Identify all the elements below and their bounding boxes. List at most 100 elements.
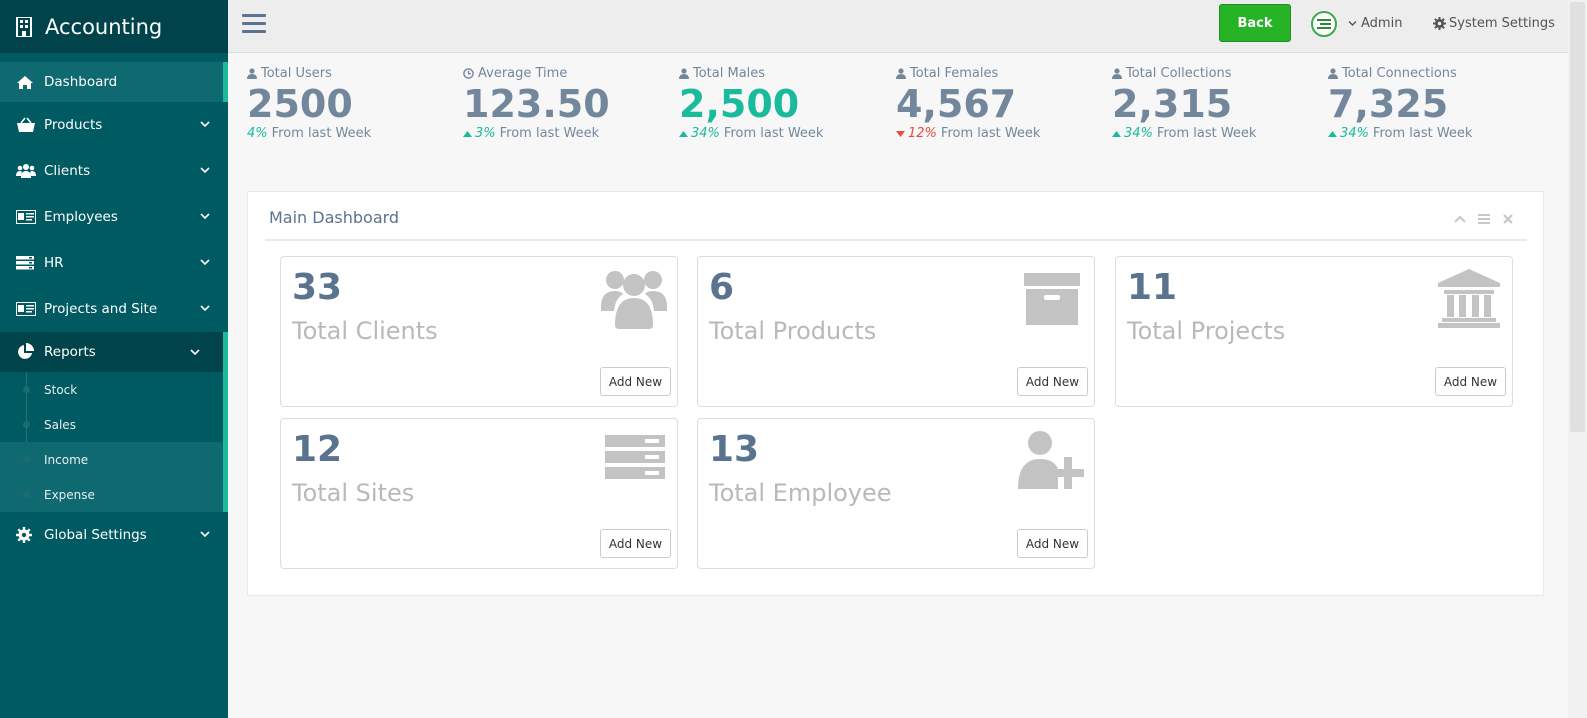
sidebar-item-projects-and-site[interactable]: Projects and Site: [0, 286, 228, 332]
add-new-button[interactable]: Add New: [1017, 367, 1088, 396]
archive-icon: [1024, 273, 1080, 325]
caret-down-icon: [896, 130, 905, 137]
menu-toggle-icon[interactable]: [242, 14, 266, 34]
scrollbar-thumb[interactable]: [1570, 2, 1585, 432]
stat-total-females: Total Females 4,567 12% From last Week: [896, 64, 1112, 141]
user-name: Admin: [1361, 16, 1403, 31]
sidebar-item-reports[interactable]: Reports: [0, 332, 228, 372]
sidebar-item-clients[interactable]: Clients: [0, 148, 228, 194]
users-icon: [601, 271, 667, 329]
sidebar-item-products[interactable]: Products: [0, 102, 228, 148]
tile-name: Total Products: [709, 317, 877, 345]
submenu-item-label: Stock: [44, 382, 78, 397]
collapse-icon[interactable]: [1453, 212, 1467, 226]
add-new-button[interactable]: Add New: [600, 529, 671, 558]
reports-submenu: Stock Sales Income Expense: [0, 372, 228, 512]
stat-suffix: From last Week: [723, 126, 824, 141]
chevron-down-icon: [200, 121, 210, 128]
sidebar-item-label: Reports: [44, 344, 96, 360]
stat-change: 34%: [1124, 126, 1153, 141]
stat-value: 2,500: [679, 82, 800, 126]
stat-suffix: From last Week: [499, 126, 600, 141]
sidebar-item-label: Dashboard: [44, 74, 118, 90]
scrollbar[interactable]: [1568, 0, 1587, 718]
user-icon: [896, 67, 906, 79]
stat-value: 2500: [247, 82, 353, 126]
submenu-item-stock[interactable]: Stock: [0, 372, 223, 407]
tile-count: 12: [292, 429, 343, 470]
sidebar-item-label: Clients: [44, 163, 91, 179]
stat-suffix: From last Week: [940, 126, 1041, 141]
menu-icon[interactable]: [1477, 212, 1491, 226]
add-new-button[interactable]: Add New: [600, 367, 671, 396]
back-button[interactable]: Back: [1219, 4, 1291, 42]
stat-value: 2,315: [1112, 82, 1233, 126]
stat-value: 123.50: [463, 82, 610, 126]
home-icon: [16, 74, 36, 90]
stat-total-connections: Total Connections 7,325 34% From last Wee…: [1328, 64, 1544, 141]
bank-icon: [1438, 269, 1500, 328]
submenu-item-label: Expense: [44, 487, 95, 502]
panel-title: Main Dashboard: [269, 208, 400, 227]
user-icon: [1112, 67, 1122, 79]
stat-change: 34%: [1340, 126, 1369, 141]
tile-total-employee: 13 Total Employee Add New: [697, 418, 1095, 569]
user-menu[interactable]: Admin: [1348, 16, 1402, 31]
sidebar-menu: Dashboard Products Clients Employees HR …: [0, 62, 228, 558]
users-icon: [16, 163, 36, 179]
submenu-item-expense[interactable]: Expense: [0, 477, 223, 512]
stat-change: 34%: [691, 126, 720, 141]
sidebar-item-global-settings[interactable]: Global Settings: [0, 512, 228, 558]
main-dashboard-panel: Main Dashboard 33 Total Clients Add New …: [247, 191, 1544, 596]
chevron-down-icon: [200, 305, 210, 312]
pie-chart-icon: [16, 343, 36, 360]
system-settings-link[interactable]: System Settings: [1433, 16, 1555, 31]
add-new-button[interactable]: Add New: [1017, 529, 1088, 558]
user-plus-icon: [1018, 431, 1084, 489]
tile-count: 13: [709, 429, 760, 470]
sidebar-item-label: Projects and Site: [44, 301, 158, 317]
stat-average-time: Average Time 123.50 3% From last Week: [463, 64, 679, 141]
chevron-down-icon: [200, 213, 210, 220]
chevron-down-icon: [1348, 21, 1357, 26]
sidebar-item-label: Products: [44, 117, 103, 133]
stat-change: 4%: [247, 126, 268, 141]
stat-value: 7,325: [1328, 82, 1449, 126]
caret-up-icon: [1112, 130, 1121, 137]
sidebar-item-label: HR: [44, 255, 64, 271]
tile-count: 11: [1127, 267, 1178, 308]
caret-up-icon: [1328, 130, 1337, 137]
caret-up-icon: [463, 130, 472, 137]
tile-count: 33: [292, 267, 343, 308]
basket-icon: [16, 117, 36, 133]
tile-total-clients: 33 Total Clients Add New: [280, 256, 678, 407]
sidebar-item-employees[interactable]: Employees: [0, 194, 228, 240]
avatar[interactable]: [1311, 11, 1337, 37]
close-icon[interactable]: [1501, 212, 1515, 226]
brand-title: Accounting: [45, 14, 163, 39]
submenu-item-sales[interactable]: Sales: [0, 407, 223, 442]
submenu-item-label: Income: [44, 452, 89, 467]
top-navbar: Back Admin System Settings: [228, 0, 1587, 53]
add-new-button[interactable]: Add New: [1435, 367, 1506, 396]
sidebar-item-hr[interactable]: HR: [0, 240, 228, 286]
tile-name: Total Employee: [709, 479, 892, 507]
panel-toolbox: [1453, 212, 1515, 226]
chevron-down-icon: [200, 531, 210, 538]
tile-total-sites: 12 Total Sites Add New: [280, 418, 678, 569]
brand[interactable]: Accounting: [0, 0, 228, 53]
user-icon: [247, 67, 257, 79]
building-icon: [16, 16, 32, 37]
divider: [265, 239, 1527, 241]
user-icon: [1328, 67, 1338, 79]
stat-suffix: From last Week: [1372, 126, 1473, 141]
chevron-down-icon: [190, 349, 200, 356]
system-settings-label: System Settings: [1449, 16, 1555, 31]
stat-change: 12%: [908, 126, 937, 141]
tile-name: Total Sites: [292, 479, 415, 507]
clock-icon: [463, 67, 474, 79]
sidebar-item-dashboard[interactable]: Dashboard: [0, 62, 228, 102]
submenu-item-income[interactable]: Income: [0, 442, 223, 477]
stat-label: Total Males: [693, 65, 766, 81]
stat-label: Total Collections: [1126, 65, 1232, 81]
